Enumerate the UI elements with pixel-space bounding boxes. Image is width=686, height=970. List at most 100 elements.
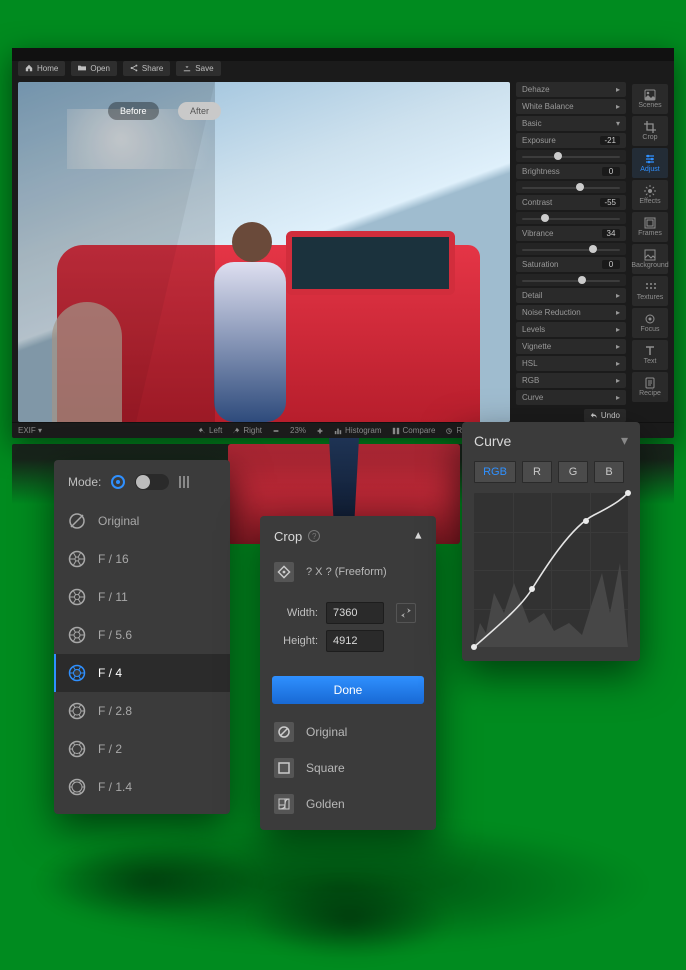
zoom-value[interactable]: 23% <box>290 426 306 435</box>
slider-saturation[interactable] <box>516 274 626 286</box>
orig-icon <box>274 722 294 742</box>
swap-icon <box>400 607 412 619</box>
mode-toggle[interactable] <box>135 474 169 490</box>
vtool-background[interactable]: Background <box>632 244 668 274</box>
share-button[interactable]: Share <box>123 61 170 76</box>
section-vignette[interactable]: Vignette▸ <box>516 339 626 354</box>
section-hsl[interactable]: HSL▸ <box>516 356 626 371</box>
square-icon <box>274 758 294 778</box>
crop-preset-golden[interactable]: Golden <box>260 786 436 822</box>
window-titlebar[interactable] <box>12 48 674 61</box>
curve-point-2[interactable] <box>583 518 589 524</box>
section-levels[interactable]: Levels▸ <box>516 322 626 337</box>
aperture-f56[interactable]: F / 5.6 <box>54 616 230 654</box>
mode-label: Mode: <box>68 475 101 489</box>
aperture-f28[interactable]: F / 2.8 <box>54 692 230 730</box>
channel-g[interactable]: G <box>558 461 588 483</box>
vtool-focus[interactable]: Focus <box>632 308 668 338</box>
crop-icon <box>644 121 656 133</box>
chevron-down-icon[interactable]: ▾ <box>621 432 628 449</box>
share-icon <box>130 64 138 72</box>
histogram-button[interactable]: Histogram <box>334 426 381 435</box>
section-detail[interactable]: Detail▸ <box>516 288 626 303</box>
zoom-out-button[interactable] <box>272 427 280 435</box>
chevron-down-icon[interactable]: ▾ <box>415 528 422 544</box>
section-noise[interactable]: Noise Reduction▸ <box>516 305 626 320</box>
rotate-left-button[interactable]: Left <box>198 426 222 435</box>
channel-rgb[interactable]: RGB <box>474 461 516 483</box>
crop-panel: Crop ? ▾ ? X ? (Freeform) Width: Height:… <box>260 516 436 830</box>
section-dehaze[interactable]: Dehaze▸ <box>516 82 626 97</box>
textures-icon <box>644 281 656 293</box>
swap-dimensions-button[interactable] <box>396 603 416 623</box>
curve-editor[interactable] <box>474 493 628 647</box>
crop-preset-original[interactable]: Original <box>260 714 436 750</box>
aperture-original[interactable]: Original <box>54 502 230 540</box>
aperture-f14[interactable]: F / 1.4 <box>54 768 230 806</box>
aperture-panel: Mode: OriginalF / 16F / 11F / 5.6F / 4F … <box>54 460 230 814</box>
aperture-icon <box>68 702 86 720</box>
section-curve[interactable]: Curve▸ <box>516 390 626 405</box>
minus-icon <box>272 427 280 435</box>
height-label: Height: <box>274 635 318 647</box>
background-icon <box>644 249 656 261</box>
aperture-f16[interactable]: F / 16 <box>54 540 230 578</box>
vtool-effects[interactable]: Effects <box>632 180 668 210</box>
aperture-icon <box>68 626 86 644</box>
help-icon[interactable]: ? <box>308 530 320 542</box>
open-button[interactable]: Open <box>71 61 117 76</box>
width-input[interactable] <box>326 602 384 624</box>
slider-brightness[interactable] <box>516 181 626 193</box>
home-icon <box>25 64 33 72</box>
vtool-text[interactable]: Text <box>632 340 668 370</box>
channel-b[interactable]: B <box>594 461 624 483</box>
vtool-crop[interactable]: Crop <box>632 116 668 146</box>
exif-dropdown[interactable]: EXIF ▾ <box>18 426 42 435</box>
curve-line[interactable] <box>474 493 628 647</box>
effects-icon <box>644 185 656 197</box>
section-rgb[interactable]: RGB▸ <box>516 373 626 388</box>
slider-contrast[interactable] <box>516 212 626 224</box>
vtool-recipe[interactable]: Recipe <box>632 372 668 402</box>
home-label: Home <box>37 64 58 73</box>
slider-exposure[interactable] <box>516 150 626 162</box>
curve-point-0[interactable] <box>471 644 477 650</box>
compare-button[interactable]: Compare <box>392 426 436 435</box>
image-canvas[interactable]: Before After <box>18 82 510 422</box>
before-pill[interactable]: Before <box>108 102 159 120</box>
done-button[interactable]: Done <box>272 676 424 704</box>
aperture-f2[interactable]: F / 2 <box>54 730 230 768</box>
photo-editor-window: Home Open Share Save Before After Dehaze <box>12 48 674 438</box>
section-basic[interactable]: Basic▾ <box>516 116 626 131</box>
aperture-icon <box>68 740 86 758</box>
rotate-right-button[interactable]: Right <box>232 426 262 435</box>
curve-point-1[interactable] <box>529 586 535 592</box>
after-pill[interactable]: After <box>178 102 221 120</box>
home-button[interactable]: Home <box>18 61 65 76</box>
vtool-scenes[interactable]: Scenes <box>632 84 668 114</box>
height-input[interactable] <box>326 630 384 652</box>
zoom-in-button[interactable] <box>316 427 324 435</box>
curve-point-3[interactable] <box>625 490 631 496</box>
vtool-adjust[interactable]: Adjust <box>632 148 668 178</box>
vtool-frames[interactable]: Frames <box>632 212 668 242</box>
mode-linear-icon[interactable] <box>179 476 189 488</box>
folder-open-icon <box>78 64 86 72</box>
right-toolbar: ScenesCropAdjustEffectsFramesBackgroundT… <box>632 82 668 422</box>
mode-radial-selector[interactable] <box>111 475 125 489</box>
aperture-f11[interactable]: F / 11 <box>54 578 230 616</box>
undo-button[interactable]: Undo <box>584 409 626 422</box>
vtool-textures[interactable]: Textures <box>632 276 668 306</box>
aperture-f4[interactable]: F / 4 <box>54 654 230 692</box>
share-label: Share <box>142 64 163 73</box>
crop-preset-square[interactable]: Square <box>260 750 436 786</box>
crop-rule-row[interactable]: ? X ? (Freeform) <box>260 554 436 590</box>
slider-vibrance[interactable] <box>516 243 626 255</box>
save-button[interactable]: Save <box>176 61 220 76</box>
rotate-right-icon <box>232 427 240 435</box>
aperture-icon <box>68 588 86 606</box>
section-white-balance[interactable]: White Balance▸ <box>516 99 626 114</box>
channel-r[interactable]: R <box>522 461 552 483</box>
recipe-icon <box>644 377 656 389</box>
text-icon <box>644 345 656 357</box>
